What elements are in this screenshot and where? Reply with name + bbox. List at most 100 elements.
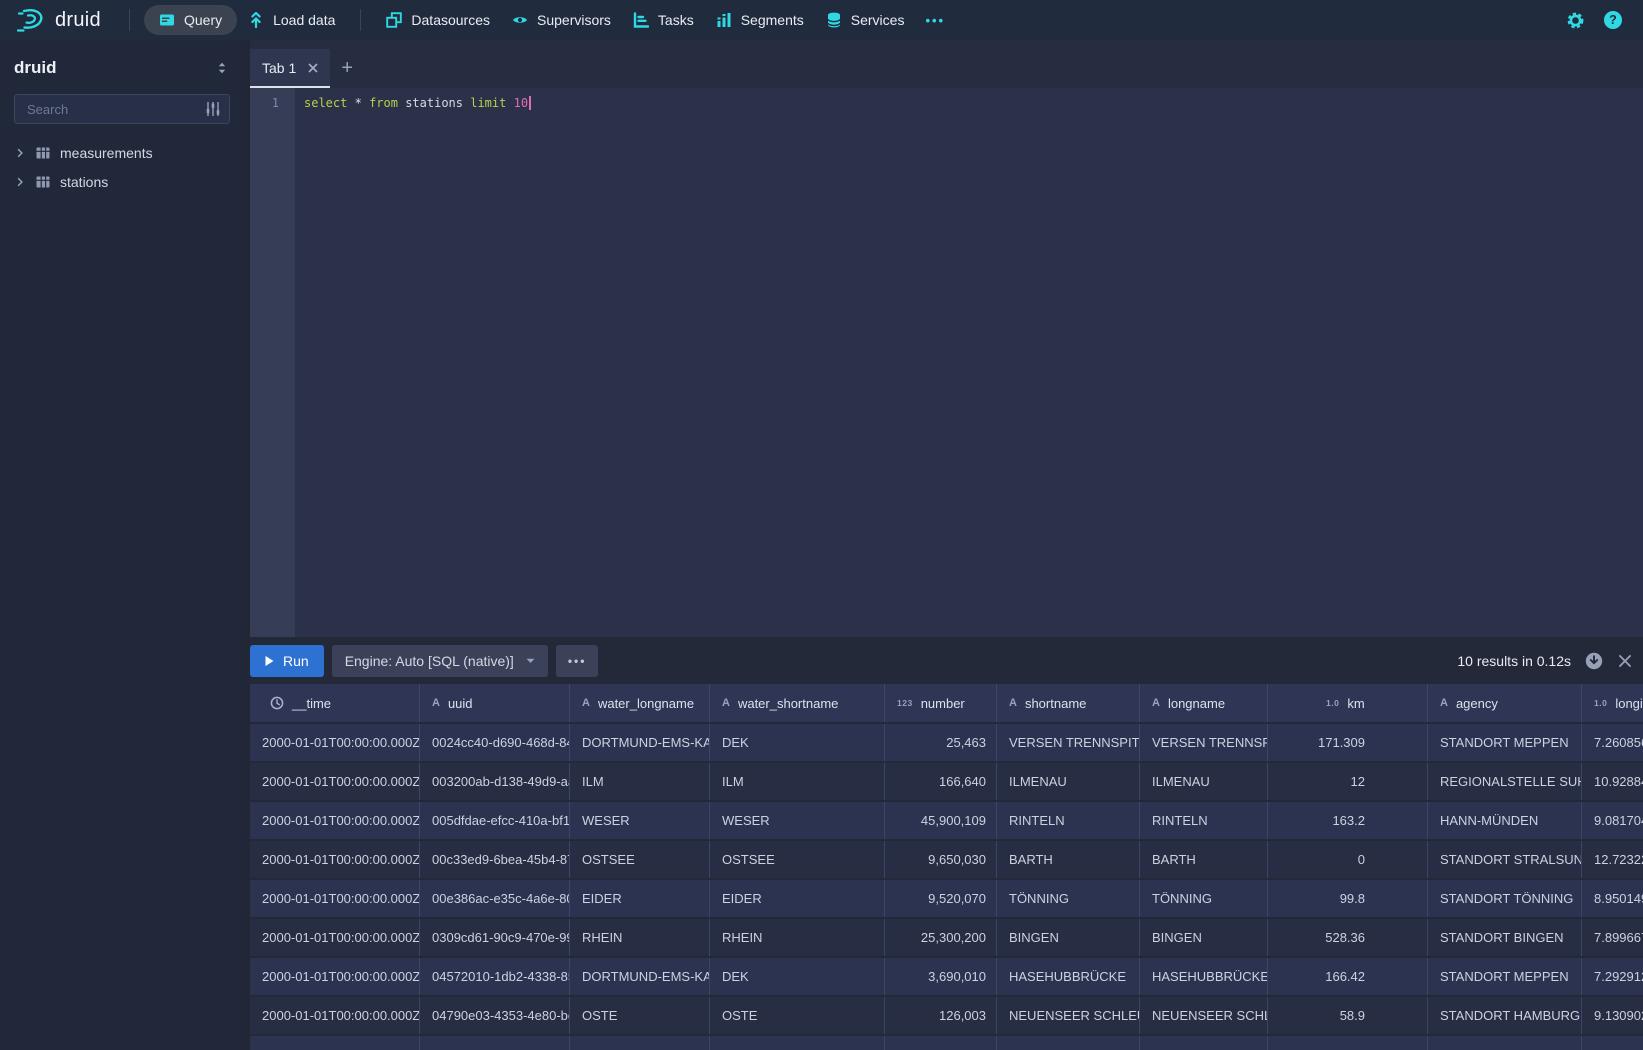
cell[interactable]: STANDORT BINGEN	[1428, 919, 1582, 956]
cell[interactable]: TÖNNING	[997, 880, 1140, 917]
nav-item-supervisors[interactable]: Supervisors	[501, 5, 622, 35]
cell[interactable]: 7.260856	[1582, 724, 1643, 761]
cell[interactable]: NEUENSEER SCHLEUSEN	[997, 997, 1140, 1034]
cell[interactable]: 126,003	[885, 997, 997, 1034]
cell[interactable]	[1428, 1036, 1582, 1050]
cell[interactable]: 12.723226	[1582, 841, 1643, 878]
cell[interactable]: 166,640	[885, 763, 997, 800]
cell[interactable]: OSTE	[570, 997, 710, 1034]
cell[interactable]: RHEIN	[570, 919, 710, 956]
cell[interactable]: STANDORT MEPPEN	[1428, 724, 1582, 761]
cell[interactable]	[1268, 1036, 1428, 1050]
cell[interactable]: ILM	[710, 763, 885, 800]
column-header-water_longname[interactable]: Awater_longname	[570, 684, 710, 722]
double-caret-vertical-icon[interactable]	[214, 60, 230, 76]
cell[interactable]: 04790e03-4353-4e80-be	[420, 997, 570, 1034]
cell[interactable]: 2000-01-01T00:00:00.000Z	[250, 919, 420, 956]
cell[interactable]: 9,650,030	[885, 841, 997, 878]
cell[interactable]: BINGEN	[1140, 919, 1268, 956]
column-header-water_shortname[interactable]: Awater_shortname	[710, 684, 885, 722]
gear-icon[interactable]	[1566, 11, 1585, 30]
column-header-km[interactable]: 1.0km	[1268, 684, 1428, 722]
cell[interactable]: HASEHUBBRÜCKE	[997, 958, 1140, 995]
cell[interactable]: 9.130902	[1582, 997, 1643, 1034]
column-header-uuid[interactable]: Auuid	[420, 684, 570, 722]
cell[interactable]: 3,690,010	[885, 958, 997, 995]
cell[interactable]: DORTMUND-EMS-KANA	[570, 958, 710, 995]
cell[interactable]: 00e386ac-e35c-4a6e-80	[420, 880, 570, 917]
cell[interactable]	[250, 1036, 420, 1050]
column-header-number[interactable]: 123number	[885, 684, 997, 722]
druid-logo[interactable]: druid	[16, 7, 101, 33]
cell[interactable]: STANDORT TÖNNING	[1428, 880, 1582, 917]
cell[interactable]: 2000-01-01T00:00:00.000Z	[250, 958, 420, 995]
cell[interactable]: 04572010-1db2-4338-85	[420, 958, 570, 995]
cell[interactable]: 7.292912	[1582, 958, 1643, 995]
cell[interactable]: 2000-01-01T00:00:00.000Z	[250, 724, 420, 761]
run-button[interactable]: Run	[250, 645, 324, 677]
cell[interactable]: 2000-01-01T00:00:00.000Z	[250, 841, 420, 878]
filter-sliders-icon[interactable]	[205, 101, 221, 117]
cell[interactable]: 2000-01-01T00:00:00.000Z	[250, 997, 420, 1034]
cell[interactable]	[997, 1036, 1140, 1050]
cell[interactable]	[885, 1036, 997, 1050]
close-results-icon[interactable]	[1619, 655, 1631, 667]
nav-item-query[interactable]: Query	[144, 5, 237, 35]
sql-editor[interactable]: 1 select * from stations limit 10	[242, 88, 1643, 637]
cell[interactable]: RINTELN	[1140, 802, 1268, 839]
column-header-longitude[interactable]: 1.0longitude	[1582, 684, 1643, 722]
cell[interactable]: EIDER	[570, 880, 710, 917]
cell[interactable]: WESER	[570, 802, 710, 839]
cell[interactable]: OSTSEE	[570, 841, 710, 878]
cell[interactable]: 2000-01-01T00:00:00.000Z	[250, 802, 420, 839]
cell[interactable]: 99.8	[1268, 880, 1428, 917]
cell[interactable]: 12	[1268, 763, 1428, 800]
cell[interactable]: 2000-01-01T00:00:00.000Z	[250, 763, 420, 800]
cell[interactable]: DEK	[710, 724, 885, 761]
cell[interactable]: ILMENAU	[1140, 763, 1268, 800]
column-header-longname[interactable]: Alongname	[1140, 684, 1268, 722]
cell[interactable]: VERSEN TRENNSPITZE	[1140, 724, 1268, 761]
tree-item-stations[interactable]: stations	[14, 167, 230, 196]
cell[interactable]	[710, 1036, 885, 1050]
sql-text[interactable]: select * from stations limit 10	[295, 88, 1643, 637]
tree-item-measurements[interactable]: measurements	[14, 138, 230, 167]
nav-item-datasources[interactable]: Datasources	[375, 5, 501, 35]
cell[interactable]: 2000-01-01T00:00:00.000Z	[250, 880, 420, 917]
cell[interactable]: 45,900,109	[885, 802, 997, 839]
help-icon[interactable]: ?	[1603, 10, 1623, 30]
run-more-button[interactable]: •••	[556, 645, 599, 677]
add-tab-button[interactable]: +	[330, 49, 364, 88]
cell[interactable]: BARTH	[1140, 841, 1268, 878]
panel-resizer[interactable]	[242, 40, 250, 1050]
cell[interactable]: 8.950149	[1582, 880, 1643, 917]
cell[interactable]: STANDORT STRALSUND	[1428, 841, 1582, 878]
nav-item-segments[interactable]: Segments	[705, 5, 815, 35]
cell[interactable]: 005dfdae-efcc-410a-bf1	[420, 802, 570, 839]
cell[interactable]: 9.081704	[1582, 802, 1643, 839]
cell[interactable]: 00c33ed9-6bea-45b4-87	[420, 841, 570, 878]
search-input[interactable]	[25, 101, 205, 118]
cell[interactable]: RINTELN	[997, 802, 1140, 839]
cell[interactable]: 171.309	[1268, 724, 1428, 761]
cell[interactable]: 166.42	[1268, 958, 1428, 995]
cell[interactable]: OSTSEE	[710, 841, 885, 878]
cell[interactable]	[1140, 1036, 1268, 1050]
cell[interactable]	[570, 1036, 710, 1050]
column-header-__time[interactable]: __time	[250, 684, 420, 722]
cell[interactable]: 25,300,200	[885, 919, 997, 956]
cell[interactable]: 0024cc40-d690-468d-84	[420, 724, 570, 761]
cell[interactable]: 0	[1268, 841, 1428, 878]
cell[interactable]: DORTMUND-EMS-KANA	[570, 724, 710, 761]
engine-select[interactable]: Engine: Auto [SQL (native)]	[332, 645, 548, 677]
nav-more-button[interactable]: •••	[915, 5, 955, 35]
cell[interactable]: VERSEN TRENNSPITZE	[997, 724, 1140, 761]
cell[interactable]: RHEIN	[710, 919, 885, 956]
cell[interactable]: 7.899667	[1582, 919, 1643, 956]
cell[interactable]: STANDORT HAMBURG	[1428, 997, 1582, 1034]
cell[interactable]: 0309cd61-90c9-470e-99	[420, 919, 570, 956]
cell[interactable]: 003200ab-d138-49d9-aa	[420, 763, 570, 800]
cell[interactable]: DEK	[710, 958, 885, 995]
cell[interactable]: REGIONALSTELLE SUHL	[1428, 763, 1582, 800]
cell[interactable]: ILM	[570, 763, 710, 800]
